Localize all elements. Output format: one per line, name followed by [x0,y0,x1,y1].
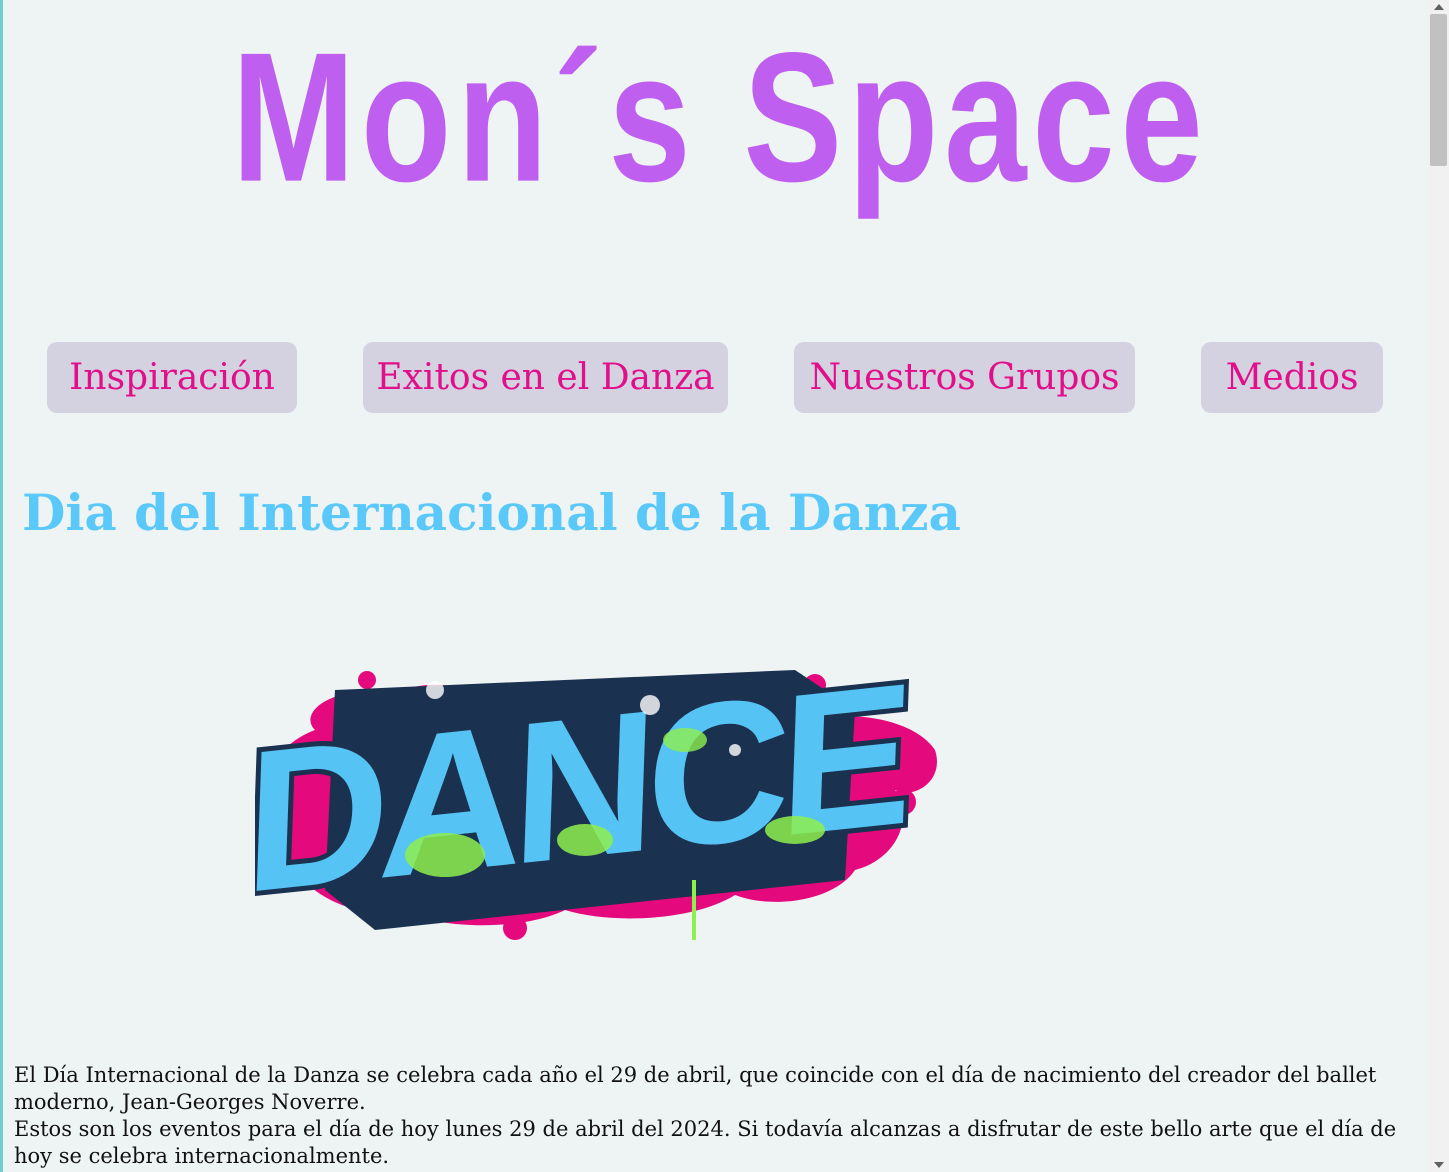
nav-item-nuestros-grupos[interactable]: Nuestros Grupos [794,342,1135,413]
article-paragraph: El Día Internacional de la Danza se cele… [14,1063,1377,1114]
vertical-scrollbar[interactable] [1428,0,1449,1172]
nav-item-medios[interactable]: Medios [1201,342,1383,413]
page-title: Dia del Internacional de la Danza [22,483,961,542]
nav-item-inspiracion[interactable]: Inspiración [47,342,297,413]
nav-item-exitos-en-el-danza[interactable]: Exitos en el Danza [363,342,728,413]
dance-graffiti-image: DANCE [255,650,937,940]
scrollbar-thumb[interactable] [1430,14,1447,166]
article-paragraph: Estos son los eventos para el día de hoy… [14,1117,1397,1168]
scroll-up-icon[interactable] [1434,4,1444,10]
page-left-border [0,0,3,1172]
site-logo: Mon´s Space [232,20,1203,210]
scroll-down-icon[interactable] [1434,1162,1444,1168]
article-body: El Día Internacional de la Danza se cele… [14,1062,1419,1170]
site-logo-text: Mon´s Space [231,15,1209,221]
